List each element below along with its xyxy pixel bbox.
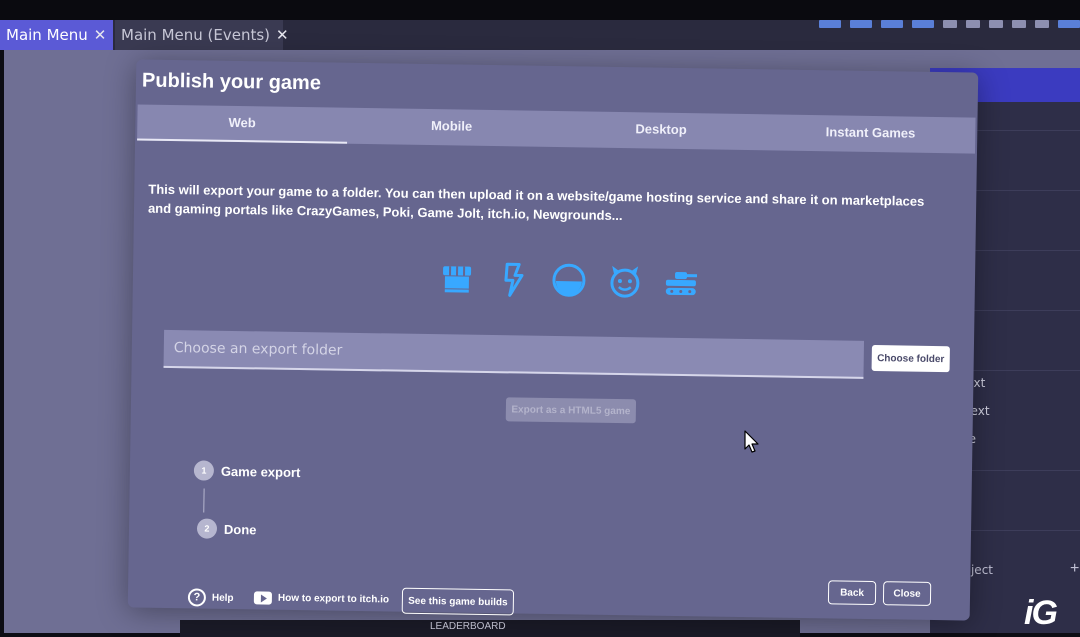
tab-instant-games[interactable]: Instant Games bbox=[766, 114, 976, 153]
close-button[interactable]: Close bbox=[882, 581, 932, 606]
lightning-icon bbox=[495, 261, 532, 298]
step-connector bbox=[203, 488, 205, 513]
export-html5-button[interactable]: Export as a HTML5 game bbox=[505, 397, 637, 424]
shop-icon bbox=[439, 260, 476, 297]
step-done: 2 Done bbox=[196, 518, 257, 539]
plus-icon[interactable]: + bbox=[1070, 560, 1079, 578]
step-label: Done bbox=[223, 521, 257, 537]
half-circle-icon bbox=[551, 262, 588, 299]
see-game-builds-button[interactable]: See this game builds bbox=[401, 587, 515, 616]
tab-main-menu-events[interactable]: Main Menu (Events) ✕ bbox=[115, 20, 289, 50]
mouse-cursor-icon bbox=[744, 430, 759, 453]
toolbar-icon[interactable] bbox=[850, 20, 872, 28]
tab-mobile[interactable]: Mobile bbox=[347, 108, 557, 147]
step-number: 1 bbox=[193, 460, 215, 481]
toolbar-icon[interactable] bbox=[819, 20, 841, 28]
toolbar-icon[interactable] bbox=[1035, 20, 1049, 28]
toolbar-icon[interactable] bbox=[881, 20, 903, 28]
devil-face-icon bbox=[607, 263, 644, 300]
youtube-icon bbox=[253, 591, 273, 605]
export-folder-input[interactable] bbox=[163, 329, 865, 379]
close-icon[interactable]: ✕ bbox=[94, 26, 107, 44]
help-label: Help bbox=[211, 592, 234, 604]
tank-icon bbox=[663, 264, 700, 301]
toolbar-icon[interactable] bbox=[943, 20, 957, 28]
toolbar-icon[interactable] bbox=[989, 20, 1003, 28]
tab-label: Main Menu (Events) bbox=[121, 26, 271, 44]
toolbar-icon[interactable] bbox=[1058, 20, 1080, 28]
how-to-export-link[interactable]: How to export to itch.io bbox=[253, 591, 390, 606]
help-link[interactable]: ? Help bbox=[187, 588, 234, 607]
publish-dialog: Publish your game Web Mobile Desktop Ins… bbox=[127, 59, 979, 621]
bottom-bar-label: LEADERBOARD bbox=[430, 621, 506, 632]
platform-tabs: Web Mobile Desktop Instant Games bbox=[137, 104, 976, 154]
back-button[interactable]: Back bbox=[827, 580, 877, 606]
tab-label: Main Menu bbox=[6, 26, 88, 44]
step-game-export: 1 Game export bbox=[193, 460, 301, 482]
toolbar bbox=[819, 14, 1080, 32]
toolbar-icon[interactable] bbox=[1012, 20, 1026, 28]
how-to-export-label: How to export to itch.io bbox=[277, 592, 390, 606]
dialog-title: Publish your game bbox=[141, 69, 322, 95]
help-icon: ? bbox=[187, 588, 207, 607]
export-description: This will export your game to a folder. … bbox=[147, 181, 925, 224]
toolbar-icon[interactable] bbox=[966, 20, 980, 28]
logo-watermark: iG bbox=[1024, 594, 1058, 632]
step-number: 2 bbox=[196, 518, 218, 539]
close-icon[interactable]: ✕ bbox=[276, 26, 289, 44]
tab-desktop[interactable]: Desktop bbox=[556, 111, 766, 150]
toolbar-icon[interactable] bbox=[912, 20, 934, 28]
choose-folder-button[interactable]: Choose folder bbox=[871, 345, 950, 373]
tab-main-menu[interactable]: Main Menu ✕ bbox=[0, 20, 113, 50]
tab-web[interactable]: Web bbox=[137, 104, 347, 143]
step-label: Game export bbox=[220, 463, 301, 480]
platform-icons bbox=[439, 260, 700, 300]
